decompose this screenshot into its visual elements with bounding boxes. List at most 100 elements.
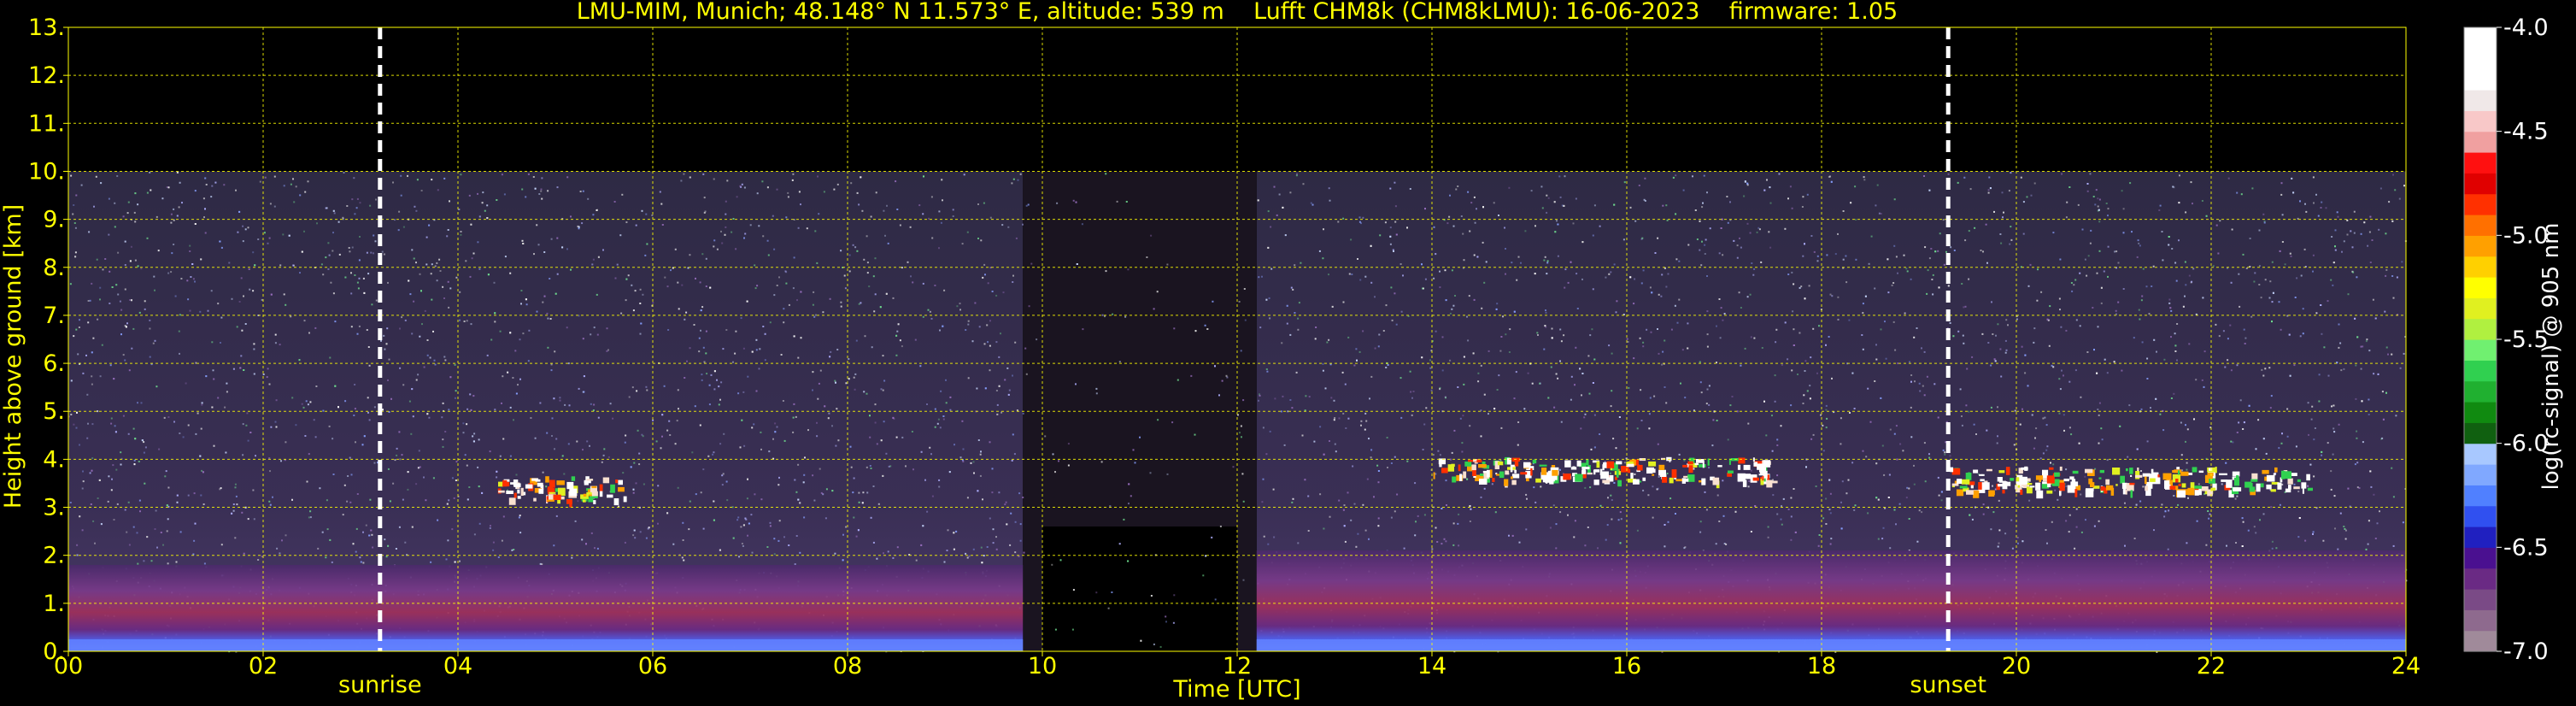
noise-speck — [2207, 510, 2209, 512]
noise-speck — [1611, 352, 1613, 355]
cloud-return — [1441, 468, 1448, 474]
noise-speck — [1969, 514, 1971, 516]
noise-speck — [174, 295, 177, 297]
noise-speck — [1862, 450, 1864, 452]
noise-speck — [1880, 397, 1882, 399]
noise-speck — [447, 539, 449, 542]
noise-speck — [705, 257, 707, 260]
noise-speck — [104, 258, 107, 260]
noise-speck — [1311, 203, 1314, 206]
noise-speck — [2271, 301, 2274, 303]
noise-speck — [1377, 481, 1380, 484]
noise-speck — [700, 491, 702, 494]
noise-speck — [448, 499, 450, 502]
noise-speck — [115, 468, 118, 471]
noise-speck — [1909, 361, 1910, 363]
noise-speck — [1989, 187, 1992, 190]
noise-speck — [2217, 252, 2220, 255]
noise-speck — [428, 224, 431, 227]
noise-speck — [1793, 344, 1795, 346]
noise-speck — [703, 211, 706, 214]
noise-speck — [703, 197, 706, 199]
noise-speck — [434, 363, 437, 366]
noise-speck — [1867, 512, 1869, 515]
noise-speck — [689, 176, 691, 179]
noise-speck — [359, 556, 361, 559]
noise-speck — [922, 525, 924, 527]
noise-speck — [325, 256, 327, 259]
noise-speck — [2107, 215, 2109, 217]
noise-speck — [1678, 453, 1681, 456]
noise-speck — [632, 491, 635, 494]
noise-speck — [342, 514, 344, 516]
noise-speck — [1025, 373, 1028, 375]
noise-speck — [1289, 399, 1292, 401]
noise-speck — [2186, 428, 2189, 431]
noise-speck — [754, 287, 757, 290]
noise-speck — [1469, 425, 1471, 427]
noise-speck — [870, 468, 872, 469]
noise-speck — [1241, 436, 1242, 438]
noise-speck — [750, 514, 753, 516]
noise-speck — [581, 538, 584, 541]
noise-speck — [793, 403, 795, 405]
noise-speck — [1351, 274, 1353, 275]
noise-speck — [1763, 189, 1766, 191]
noise-speck — [2000, 242, 2003, 244]
noise-speck — [1640, 420, 1643, 421]
noise-speck — [1592, 382, 1594, 384]
noise-speck — [1642, 489, 1645, 491]
noise-speck — [1780, 518, 1782, 521]
cloud-return — [1737, 464, 1741, 470]
noise-speck — [758, 368, 760, 370]
noise-speck — [1297, 317, 1300, 320]
noise-speck — [1014, 521, 1017, 523]
noise-speck — [179, 432, 181, 434]
noise-speck — [182, 436, 185, 438]
noise-speck — [2334, 229, 2337, 232]
noise-speck — [642, 435, 644, 438]
noise-speck — [1449, 312, 1452, 315]
noise-speck — [1627, 341, 1629, 343]
noise-speck — [1609, 472, 1611, 474]
noise-speck — [858, 491, 860, 494]
noise-speck — [1525, 493, 1528, 496]
noise-speck — [112, 464, 114, 467]
noise-speck — [1699, 381, 1702, 384]
noise-speck — [1012, 281, 1014, 283]
noise-speck — [2133, 538, 2136, 539]
noise-speck — [2352, 271, 2355, 274]
noise-speck — [1653, 395, 1656, 397]
noise-speck — [489, 450, 491, 453]
noise-speck — [120, 463, 122, 466]
noise-speck — [772, 438, 774, 440]
noise-speck — [137, 562, 139, 565]
noise-speck — [840, 301, 842, 303]
noise-speck — [594, 547, 596, 550]
noise-speck — [660, 447, 662, 450]
noise-speck — [701, 306, 704, 309]
noise-speck — [1802, 403, 1804, 404]
cloud-return — [498, 490, 505, 493]
noise-speck — [1810, 235, 1813, 237]
noise-speck — [82, 480, 85, 483]
noise-speck — [371, 303, 373, 306]
noise-speck — [110, 417, 113, 420]
noise-speck — [1342, 217, 1345, 220]
noise-speck — [468, 194, 471, 197]
noise-speck — [496, 199, 498, 201]
noise-speck — [1076, 263, 1078, 265]
noise-speck — [2029, 263, 2032, 266]
noise-speck — [1036, 338, 1038, 341]
noise-speck — [468, 486, 471, 488]
noise-speck — [455, 276, 458, 279]
noise-speck — [1623, 462, 1626, 464]
cloud-return — [602, 477, 610, 484]
noise-speck — [1333, 419, 1335, 421]
noise-speck — [1242, 500, 1245, 503]
noise-speck — [1058, 460, 1059, 462]
noise-speck — [1771, 450, 1774, 452]
noise-speck — [509, 272, 512, 274]
noise-speck — [354, 384, 356, 385]
noise-speck — [1159, 645, 1162, 648]
